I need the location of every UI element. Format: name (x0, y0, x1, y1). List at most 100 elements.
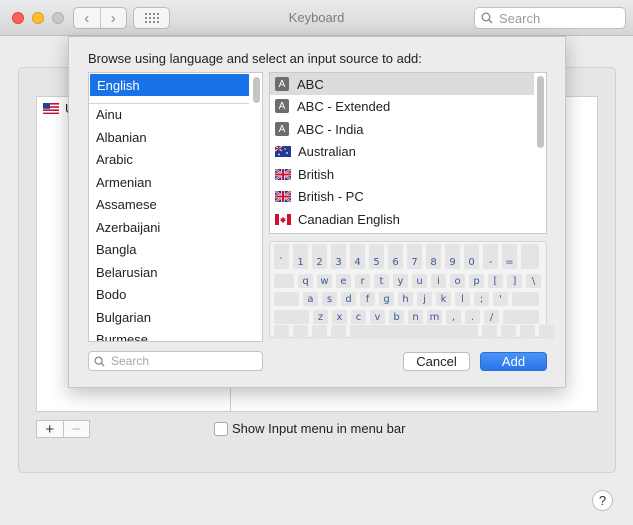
keyboard-layout-preview: ` 1 2 3 4 5 6 7 8 9 0 - = q w e r t y u … (269, 241, 554, 339)
uk-flag-icon (275, 190, 291, 202)
keyboard-key (274, 292, 299, 306)
source-item[interactable]: A ABC - India (270, 118, 534, 140)
source-item[interactable]: Australian (270, 140, 534, 162)
keyboard-key: 7 (407, 255, 422, 269)
keyboard-key: q (298, 274, 313, 288)
source-item[interactable]: A ABC - Extended (270, 95, 534, 117)
keyboard-key: 4 (350, 255, 365, 269)
help-button[interactable]: ? (592, 490, 613, 511)
keyboard-key: p (469, 274, 484, 288)
source-item-abc[interactable]: A ABC (270, 73, 534, 95)
sheet-prompt: Browse using language and select an inpu… (88, 51, 422, 66)
language-item[interactable]: Bulgarian (89, 306, 249, 328)
add-remove-control: + − (36, 420, 90, 438)
language-item[interactable]: Armenian (89, 171, 249, 193)
keyboard-row-space (274, 325, 558, 339)
show-input-menu-label: Show Input menu in menu bar (232, 421, 406, 436)
remove-source-button[interactable]: − (62, 421, 90, 438)
keyboard-key (512, 292, 539, 306)
window-search-placeholder: Search (499, 10, 541, 26)
canada-flag-icon (275, 213, 291, 225)
keyboard-key: z (313, 310, 328, 324)
keyboard-key: - (483, 255, 498, 269)
keyboard-key: b (389, 310, 404, 324)
add-source-button[interactable]: + (37, 421, 63, 438)
language-item[interactable]: Bodo (89, 283, 249, 305)
add-input-source-sheet: Browse using language and select an inpu… (68, 36, 566, 388)
source-item[interactable]: British (270, 163, 534, 185)
sheet-search-placeholder: Search (111, 354, 150, 368)
keyboard-key: t (374, 274, 389, 288)
keyboard-key: d (341, 292, 356, 306)
keyboard-key (501, 325, 516, 339)
window-search-input[interactable]: Search (474, 7, 626, 29)
keyboard-key: 8 (426, 255, 441, 269)
language-item[interactable]: Azerbaijani (89, 216, 249, 238)
source-list-scrollbar[interactable] (537, 76, 544, 148)
input-source-list[interactable]: A ABC A ABC - Extended A ABC - India Aus… (269, 72, 547, 234)
keyboard-key: . (465, 310, 480, 324)
keyboard-key (331, 325, 346, 339)
keyboard-key: r (355, 274, 370, 288)
keyboard-key: = (502, 255, 517, 269)
abc-keyboard-icon: A (275, 77, 289, 91)
language-list-scrollbar[interactable] (253, 77, 260, 103)
keyboard-key: 3 (331, 255, 346, 269)
language-item-english[interactable]: English (90, 74, 249, 96)
keyboard-key (539, 325, 554, 339)
keyboard-key: 6 (388, 255, 403, 269)
keyboard-key: , (446, 310, 461, 324)
keyboard-key (293, 325, 308, 339)
show-input-menu-option[interactable]: Show Input menu in menu bar (214, 421, 405, 436)
keyboard-key: 1 (293, 255, 308, 269)
title-bar: ‹ › Keyboard Search (0, 0, 633, 36)
keyboard-key: c (351, 310, 366, 324)
us-flag-icon (43, 103, 59, 114)
language-item[interactable]: Assamese (89, 193, 249, 215)
keyboard-key: ` (274, 255, 289, 269)
language-item[interactable]: Ainu (89, 103, 249, 125)
language-item[interactable]: Albanian (89, 126, 249, 148)
keyboard-key: x (332, 310, 347, 324)
keyboard-row-home: a s d f g h j k l ; ' (274, 292, 543, 306)
source-item[interactable]: Canadian English (270, 208, 534, 230)
source-item-label: British (298, 166, 335, 182)
keyboard-key: 2 (312, 255, 327, 269)
keyboard-key: / (484, 310, 499, 324)
source-item[interactable]: British - PC (270, 185, 534, 207)
source-item-label: ABC (297, 76, 324, 92)
keyboard-key: k (436, 292, 451, 306)
keyboard-key: n (408, 310, 423, 324)
keyboard-key: u (412, 274, 427, 288)
keyboard-row-numbers: ` 1 2 3 4 5 6 7 8 9 0 - = (274, 255, 543, 269)
keyboard-key: ' (493, 292, 508, 306)
language-item[interactable]: Bangla (89, 238, 249, 260)
keyboard-key: ] (507, 274, 522, 288)
keyboard-row-qwerty: q w e r t y u i o p [ ] \ (274, 274, 545, 288)
cancel-button[interactable]: Cancel (403, 352, 470, 371)
keyboard-key: 9 (445, 255, 460, 269)
language-item[interactable]: Arabic (89, 148, 249, 170)
language-item[interactable]: Belarusian (89, 261, 249, 283)
add-button[interactable]: Add (480, 352, 547, 371)
keyboard-key: v (370, 310, 385, 324)
keyboard-key: a (303, 292, 318, 306)
keyboard-key: 0 (464, 255, 479, 269)
language-list[interactable]: English Ainu Albanian Arabic Armenian As… (88, 72, 263, 342)
abc-keyboard-icon: A (275, 122, 289, 136)
show-input-menu-checkbox[interactable] (214, 421, 228, 436)
source-item-label: ABC - India (297, 121, 364, 137)
keyboard-key (274, 274, 294, 288)
keyboard-key (274, 310, 309, 324)
keyboard-key: w (317, 274, 332, 288)
keyboard-key: \ (526, 274, 541, 288)
keyboard-key: e (336, 274, 351, 288)
language-item[interactable]: Burmese (89, 328, 249, 342)
keyboard-key: f (360, 292, 375, 306)
source-item-label: British - PC (298, 188, 364, 204)
sheet-search-input[interactable]: Search (88, 351, 263, 371)
keyboard-key: s (322, 292, 337, 306)
keyboard-key: i (431, 274, 446, 288)
abc-keyboard-icon: A (275, 99, 289, 113)
keyboard-key: g (379, 292, 394, 306)
